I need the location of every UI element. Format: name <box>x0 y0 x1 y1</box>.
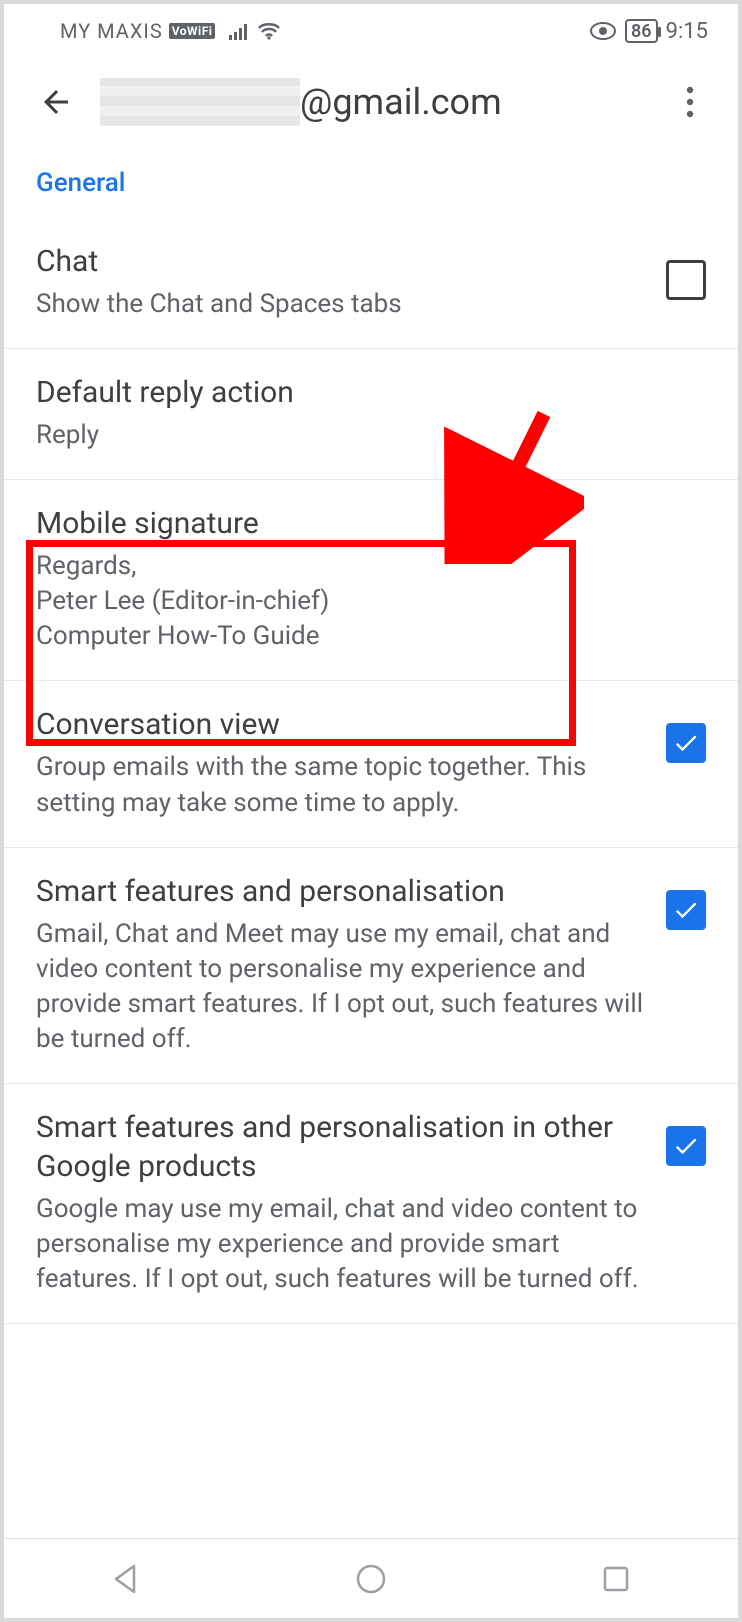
clock-time: 9:15 <box>666 19 708 44</box>
arrow-left-icon <box>38 84 74 120</box>
nav-recent-button[interactable] <box>586 1549 646 1609</box>
chat-checkbox[interactable] <box>666 260 706 300</box>
conversation-checkbox[interactable] <box>666 723 706 763</box>
setting-chat-subtitle: Show the Chat and Spaces tabs <box>36 287 650 322</box>
section-header-general: General <box>4 154 738 218</box>
wifi-icon <box>257 22 281 40</box>
carrier-label: MY MAXIS <box>60 19 163 43</box>
signal-icon <box>229 22 251 40</box>
setting-smart-features[interactable]: Smart features and personalisation Gmail… <box>4 848 738 1084</box>
nav-back-button[interactable] <box>96 1549 156 1609</box>
smart1-checkbox[interactable] <box>666 890 706 930</box>
setting-signature-subtitle: Regards, Peter Lee (Editor-in-chief) Com… <box>36 549 706 654</box>
square-recent-icon <box>601 1564 631 1594</box>
setting-smart2-subtitle: Google may use my email, chat and video … <box>36 1192 650 1297</box>
setting-chat[interactable]: Chat Show the Chat and Spaces tabs <box>4 218 738 349</box>
page-title: @gmail.com <box>300 81 502 123</box>
smart2-checkbox[interactable] <box>666 1126 706 1166</box>
setting-conversation-subtitle: Group emails with the same topic togethe… <box>36 750 650 820</box>
more-vert-icon <box>686 86 694 118</box>
setting-reply-subtitle: Reply <box>36 418 706 453</box>
battery-percent: 86 <box>631 21 652 42</box>
battery-indicator: 86 <box>625 19 658 43</box>
setting-mobile-signature[interactable]: Mobile signature Regards, Peter Lee (Edi… <box>4 480 738 681</box>
email-username-redacted <box>100 78 300 126</box>
setting-conversation-view[interactable]: Conversation view Group emails with the … <box>4 681 738 847</box>
app-header: @gmail.com <box>4 52 738 154</box>
setting-reply-title: Default reply action <box>36 373 706 412</box>
status-bar: MY MAXIS VoWiFi 86 9:15 <box>4 4 738 52</box>
setting-conversation-title: Conversation view <box>36 705 650 744</box>
circle-home-icon <box>354 1562 388 1596</box>
setting-smart1-subtitle: Gmail, Chat and Meet may use my email, c… <box>36 917 650 1057</box>
setting-signature-title: Mobile signature <box>36 504 706 543</box>
vowifi-badge: VoWiFi <box>169 23 216 39</box>
triangle-back-icon <box>109 1562 143 1596</box>
setting-chat-title: Chat <box>36 242 650 281</box>
overflow-menu-button[interactable] <box>666 78 714 126</box>
system-nav-bar <box>4 1538 738 1618</box>
setting-default-reply[interactable]: Default reply action Reply <box>4 349 738 480</box>
setting-smart-features-other[interactable]: Smart features and personalisation in ot… <box>4 1084 738 1324</box>
setting-smart1-title: Smart features and personalisation <box>36 872 650 911</box>
visibility-icon <box>589 21 617 41</box>
setting-smart2-title: Smart features and personalisation in ot… <box>36 1108 650 1186</box>
nav-home-button[interactable] <box>341 1549 401 1609</box>
back-button[interactable] <box>28 74 84 130</box>
